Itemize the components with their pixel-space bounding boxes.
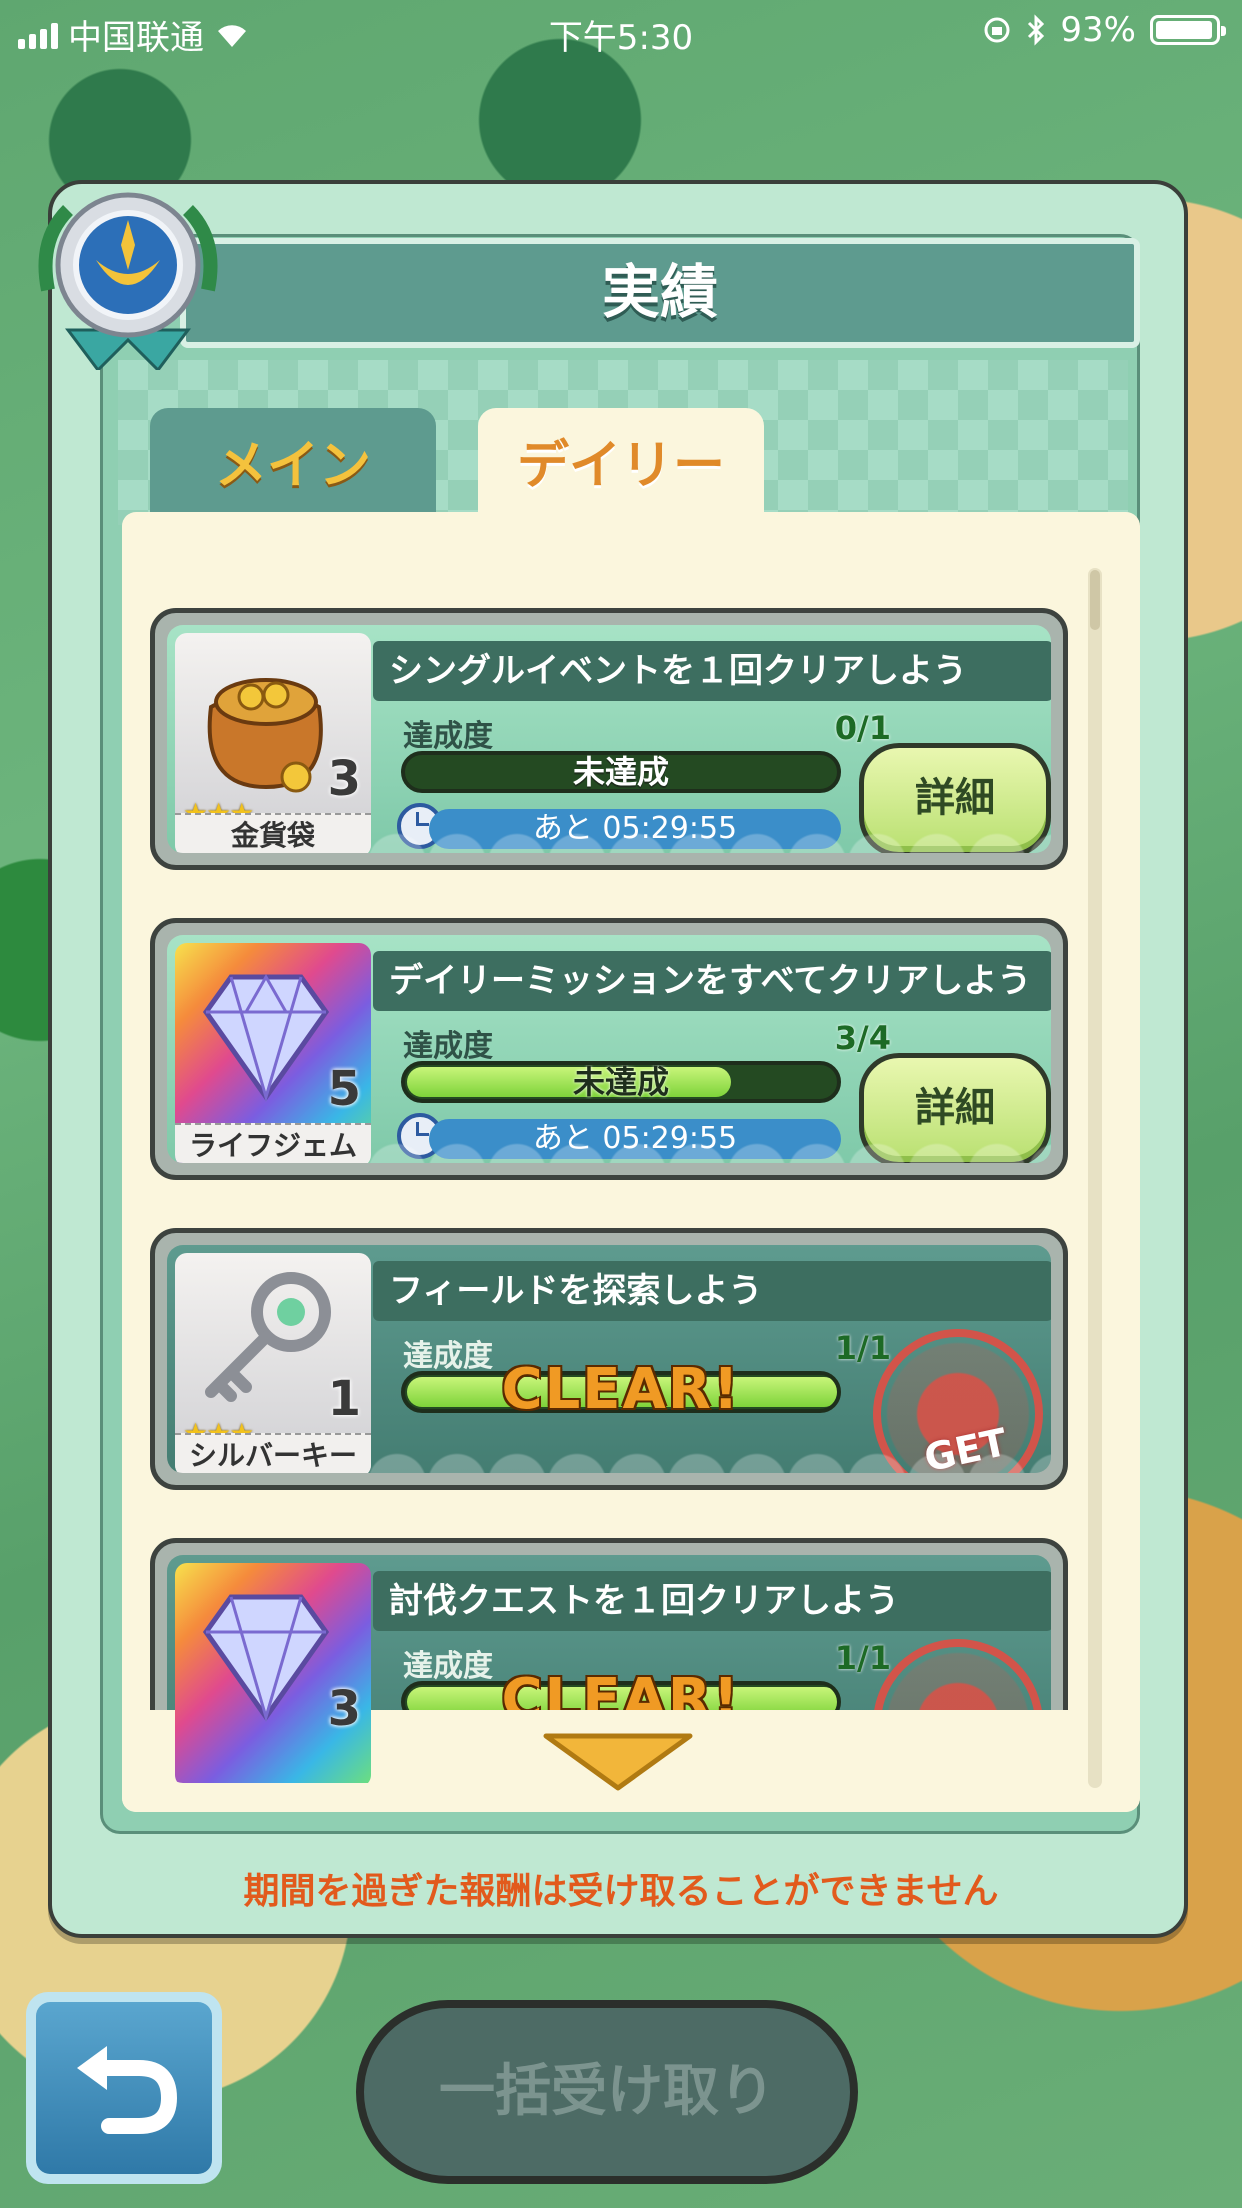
- back-arrow-icon: [77, 2046, 178, 2134]
- life-gem-icon: [202, 1594, 330, 1723]
- back-button[interactable]: [26, 1992, 222, 2184]
- silver-key-icon: [205, 1272, 331, 1402]
- mission-card: 3 ★★★ 金貨袋 シングルイベントを１回クリアしよう 達成度 0/1 未達成 …: [150, 608, 1068, 870]
- tab-daily[interactable]: デイリー: [478, 408, 764, 520]
- panel-title: 実績: [180, 238, 1140, 348]
- reward-count: 5: [327, 1061, 361, 1117]
- time-remaining: あと 05:29:55: [429, 809, 841, 849]
- stopwatch-icon: [397, 803, 443, 849]
- stopwatch-icon: [397, 1113, 443, 1159]
- tab-main[interactable]: メイン: [150, 408, 436, 520]
- mission-title: シングルイベントを１回クリアしよう: [373, 641, 1051, 701]
- progress-label: 達成度: [403, 719, 493, 754]
- reward-name: ライフジェム: [175, 1123, 371, 1163]
- scroll-down-arrow-icon[interactable]: [540, 1730, 696, 1794]
- rotation-lock-icon: [984, 17, 1010, 43]
- reward-count: 3: [327, 751, 361, 807]
- battery-percent: 93%: [1060, 10, 1136, 50]
- gold-bag-icon: [207, 678, 323, 793]
- scrollbar[interactable]: [1088, 568, 1102, 1788]
- reward-item[interactable]: 3: [175, 1563, 371, 1783]
- reward-item[interactable]: 3 ★★★ 金貨袋: [175, 633, 371, 853]
- mission-card: 5 ライフジェム デイリーミッションをすべてクリアしよう 達成度 3/4 未達成…: [150, 918, 1068, 1180]
- mission-title: フィールドを探索しよう: [373, 1261, 1051, 1321]
- medal-icon: [38, 192, 218, 370]
- detail-button[interactable]: 詳細: [859, 743, 1051, 853]
- detail-button[interactable]: 詳細: [859, 1053, 1051, 1163]
- progress-status: 未達成: [572, 753, 669, 791]
- time-remaining: あと 05:29:55: [429, 1119, 841, 1159]
- battery-icon: [1150, 15, 1226, 45]
- reward-name: シルバーキー: [175, 1433, 371, 1473]
- progress-label: 達成度: [403, 1029, 493, 1064]
- progress-count: 3/4: [834, 1019, 891, 1057]
- reward-count: 1: [327, 1371, 361, 1427]
- bluetooth-icon: [1028, 14, 1045, 46]
- progress-bar: 未達成: [401, 751, 841, 793]
- life-gem-icon: [202, 973, 330, 1103]
- mission-card: 1 ★★★ シルバーキー フィールドを探索しよう 達成度 1/1 CLEAR! …: [150, 1228, 1068, 1490]
- mission-title: 討伐クエストを１回クリアしよう: [373, 1571, 1051, 1631]
- mission-title: デイリーミッションをすべてクリアしよう: [373, 951, 1051, 1011]
- reward-item[interactable]: 5 ライフジェム: [175, 943, 371, 1163]
- status-bar: 中国联通 下午5:30 93%: [0, 0, 1242, 62]
- clear-label: CLEAR!: [501, 1357, 741, 1422]
- get-label: GET: [920, 1420, 1011, 1473]
- progress-status: 未達成: [572, 1063, 669, 1101]
- expiry-notice: 期間を過ぎた報酬は受け取ることができません: [243, 1871, 999, 1912]
- progress-count: 0/1: [834, 709, 891, 747]
- reward-item[interactable]: 1 ★★★ シルバーキー: [175, 1253, 371, 1473]
- reward-count: 3: [327, 1681, 361, 1737]
- scrollbar-thumb[interactable]: [1090, 570, 1100, 630]
- reward-name: 金貨袋: [175, 813, 371, 853]
- mission-list[interactable]: 3 ★★★ 金貨袋 シングルイベントを１回クリアしよう 達成度 0/1 未達成 …: [122, 512, 1140, 1812]
- progress-bar: 未達成: [401, 1061, 841, 1103]
- bulk-receive-button[interactable]: 一括受け取り: [356, 2000, 858, 2184]
